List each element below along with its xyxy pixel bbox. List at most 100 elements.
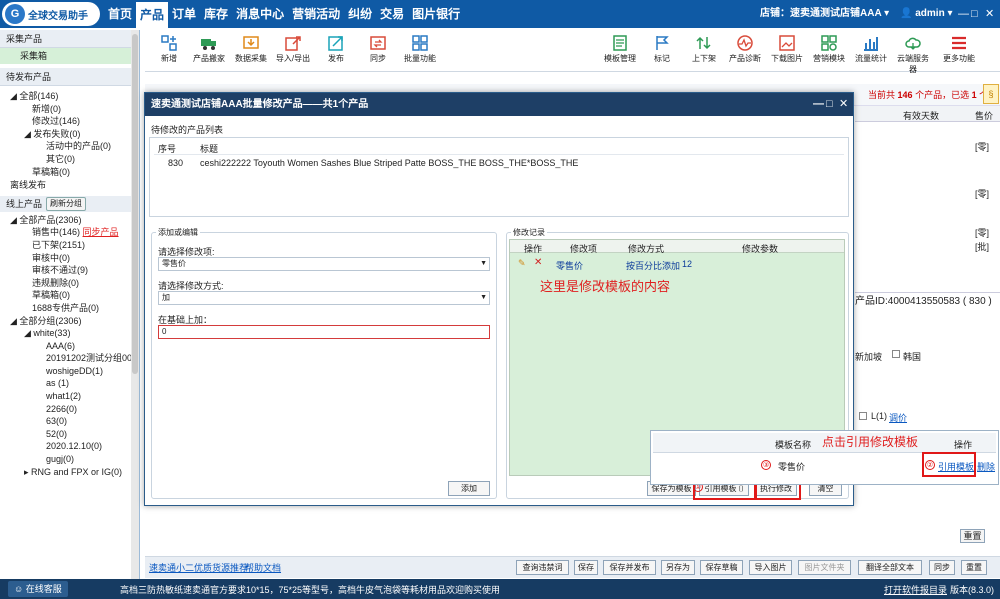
- nav-products[interactable]: 产品: [136, 2, 169, 28]
- dialog-minimize-icon[interactable]: —: [813, 93, 824, 116]
- tree-item[interactable]: ◢ 全部产品(2306): [10, 214, 139, 227]
- translate-all-button[interactable]: 翻译全部文本: [858, 560, 922, 575]
- tree-item[interactable]: 活动中的产品(0): [10, 140, 139, 153]
- use-template-link[interactable]: 引用模板: [938, 460, 974, 473]
- tree-item[interactable]: 20191202测试分组001: [10, 352, 139, 365]
- close-icon[interactable]: ✕: [985, 0, 994, 28]
- save-publish-button[interactable]: 保存并发布: [603, 560, 656, 575]
- tree-item[interactable]: ▸ RNG and FPX or IG(0): [10, 466, 139, 479]
- edit-icon[interactable]: ✎: [518, 258, 526, 269]
- tree-item[interactable]: 其它(0): [10, 153, 139, 166]
- tree-item[interactable]: as (1): [10, 377, 139, 390]
- nav-home[interactable]: 首页: [104, 0, 136, 28]
- tool-batch[interactable]: 批量功能: [402, 32, 438, 64]
- tree-item[interactable]: AAA(6): [10, 340, 139, 353]
- tree-item[interactable]: gugj(0): [10, 453, 139, 466]
- modify-item-select[interactable]: 零售价 ▼: [158, 257, 490, 271]
- tree-item[interactable]: 草稿箱(0): [10, 289, 139, 302]
- tree-item[interactable]: ◢ white(33): [10, 327, 139, 340]
- help-link[interactable]: 帮助文档: [245, 561, 281, 574]
- tree-item[interactable]: 审核中(0): [10, 252, 139, 265]
- tree-item[interactable]: 草稿箱(0): [10, 166, 139, 179]
- tool-diagnose[interactable]: 产品诊断: [727, 32, 763, 64]
- tree-item-on-sale[interactable]: 销售中(146) 同步产品: [10, 226, 139, 239]
- open-log-link[interactable]: 打开软件报目录: [884, 583, 947, 596]
- tree-item[interactable]: 52(0): [10, 428, 139, 441]
- user-menu[interactable]: 👤 admin ▾: [900, 0, 952, 28]
- save-draft-button[interactable]: 保存草稿: [700, 560, 743, 575]
- offline-publish[interactable]: 离线发布: [0, 179, 139, 192]
- delete-x-icon[interactable]: ✕: [534, 257, 542, 268]
- tool-traffic[interactable]: 流量统计: [853, 32, 889, 64]
- toggle-icon[interactable]: §: [983, 84, 999, 104]
- tool-download-images[interactable]: 下载图片: [769, 32, 805, 64]
- sync-product-link[interactable]: 同步产品: [83, 227, 119, 237]
- minimize-icon[interactable]: —: [958, 0, 969, 28]
- nav-messages[interactable]: 消息中心: [232, 0, 288, 28]
- tool-publish[interactable]: 发布: [318, 32, 354, 64]
- save-as-button[interactable]: 另存为: [661, 560, 695, 575]
- tree-item[interactable]: woshigeDD(1): [10, 365, 139, 378]
- adjust-price-link[interactable]: 调价: [889, 411, 907, 424]
- tree-item[interactable]: 违规删除(0): [10, 277, 139, 290]
- check-forbidden-button[interactable]: 查询违禁词: [516, 560, 569, 575]
- nav-inventory[interactable]: 库存: [200, 0, 232, 28]
- collect-box-item[interactable]: 采集箱: [0, 48, 139, 64]
- refresh-groups-button[interactable]: 刷新分组: [46, 196, 87, 211]
- import-images-button[interactable]: 导入图片: [749, 560, 792, 575]
- online-support-button[interactable]: ☺ 在线客服: [8, 581, 68, 597]
- tool-move[interactable]: 产品搬家: [191, 32, 227, 64]
- section-pending[interactable]: 待发布产品: [0, 68, 139, 86]
- tree-item[interactable]: 2020.12.10(0): [10, 440, 139, 453]
- row-title[interactable]: ceshi222222 Toyouth Women Sashes Blue St…: [200, 158, 578, 168]
- country-checkbox[interactable]: [892, 350, 900, 358]
- tool-mark[interactable]: 标记: [644, 32, 680, 64]
- tool-import-export[interactable]: 导入/导出: [275, 32, 311, 64]
- tool-marketing[interactable]: 营销模块: [811, 32, 847, 64]
- tool-collect[interactable]: 数据采集: [233, 32, 269, 64]
- popup-template-name[interactable]: 零售价: [778, 460, 805, 473]
- save-button[interactable]: 保存: [574, 560, 598, 575]
- tree-item[interactable]: 1688专供产品(0): [10, 302, 139, 315]
- dialog-maximize-icon[interactable]: □: [826, 93, 833, 116]
- store-selector[interactable]: 店铺：速卖通测试店铺AAA ▾: [760, 0, 889, 28]
- tool-template-mgmt[interactable]: 模板管理: [602, 32, 638, 64]
- l-checkbox[interactable]: [859, 412, 867, 420]
- tool-shelf[interactable]: 上下架: [686, 32, 722, 64]
- tree-item[interactable]: ◢ 全部分组(2306): [10, 315, 139, 328]
- add-button[interactable]: 添加: [448, 481, 490, 496]
- tree-item[interactable]: 63(0): [10, 415, 139, 428]
- sync-button[interactable]: 同步: [929, 560, 955, 575]
- tree-item[interactable]: 审核不通过(9): [10, 264, 139, 277]
- left-scrollbar[interactable]: [131, 30, 139, 579]
- image-folder-button[interactable]: 图片文件夹: [798, 560, 851, 575]
- dialog-close-icon[interactable]: ✕: [839, 93, 848, 116]
- nav-marketing[interactable]: 营销活动: [288, 0, 344, 28]
- tool-cloud[interactable]: 云端服务器: [895, 32, 931, 75]
- tool-add[interactable]: 新增: [151, 32, 187, 64]
- col-price[interactable]: 售价: [975, 109, 993, 122]
- base-value-input[interactable]: 0: [158, 325, 490, 339]
- tree-item[interactable]: 修改过(146): [10, 115, 139, 128]
- reset-button-right[interactable]: 重置: [960, 529, 985, 543]
- tree-item[interactable]: 已下架(2151): [10, 239, 139, 252]
- col-valid-days[interactable]: 有效天数: [903, 109, 939, 122]
- section-collected[interactable]: 采集产品: [0, 30, 139, 48]
- tool-more[interactable]: 更多功能: [941, 32, 977, 64]
- nav-image-bank[interactable]: 图片银行: [408, 0, 464, 28]
- reset-button[interactable]: 重置: [961, 560, 987, 575]
- tree-item[interactable]: 新增(0): [10, 103, 139, 116]
- tree-item[interactable]: ◢ 发布失败(0): [10, 128, 139, 141]
- maximize-icon[interactable]: □: [971, 0, 978, 28]
- nav-disputes[interactable]: 纠纷: [344, 0, 376, 28]
- tree-item[interactable]: 2266(0): [10, 403, 139, 416]
- tree-item[interactable]: ◢ 全部(146): [10, 90, 139, 103]
- tree-item[interactable]: what1(2): [10, 390, 139, 403]
- modify-method-select[interactable]: 加 ▼: [158, 291, 490, 305]
- tool-sync[interactable]: 同步: [360, 32, 396, 64]
- marquee-text[interactable]: 高档三防热敏纸速卖通官方要求10*15，75*25等型号，高档牛皮气泡袋等耗材用…: [120, 583, 500, 596]
- delete-template-link[interactable]: 删除: [977, 460, 995, 473]
- nav-trade[interactable]: 交易: [376, 0, 408, 28]
- nav-orders[interactable]: 订单: [168, 0, 200, 28]
- supplier-link[interactable]: 速卖通小二优质货源推荐: [149, 561, 248, 574]
